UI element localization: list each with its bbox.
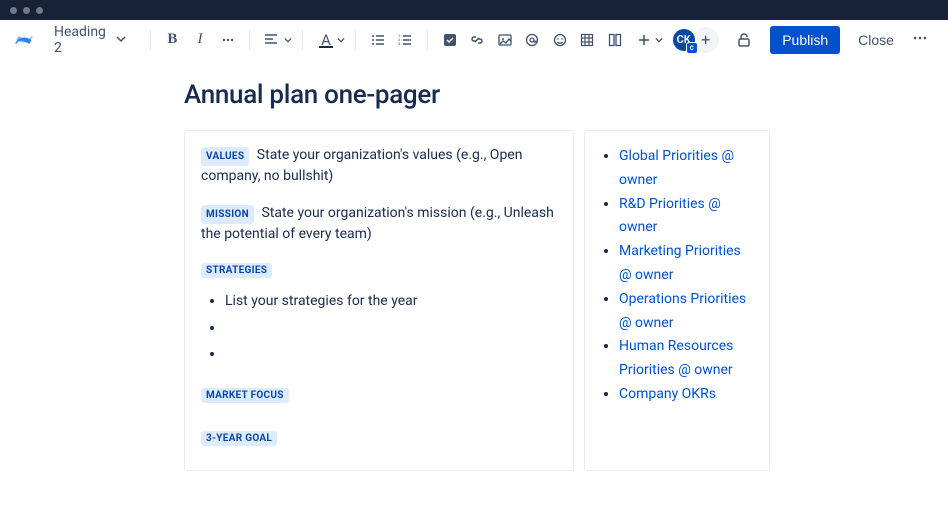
- status-lozenge-mission: MISSION: [201, 205, 254, 224]
- list-item[interactable]: Company OKRs: [619, 383, 753, 407]
- bullet-list-button[interactable]: [366, 27, 390, 53]
- list-item[interactable]: R&D Priorities @ owner: [619, 193, 753, 241]
- strategies-heading[interactable]: STRATEGIES: [201, 261, 557, 278]
- toolbar-separator: [427, 29, 428, 51]
- publish-button[interactable]: Publish: [770, 26, 840, 54]
- layouts-button[interactable]: [603, 27, 627, 53]
- window-titlebar: [0, 0, 948, 20]
- priority-link[interactable]: Company OKRs: [619, 386, 716, 402]
- strategies-list[interactable]: List your strategies for the year: [201, 288, 557, 368]
- values-text: State your organization's values (e.g., …: [201, 147, 522, 184]
- action-item-button[interactable]: [438, 27, 462, 53]
- status-lozenge-values: VALUES: [201, 147, 249, 166]
- priority-link[interactable]: Human Resources Priorities @ owner: [619, 338, 733, 378]
- list-item[interactable]: Human Resources Priorities @ owner: [619, 335, 753, 383]
- list-item[interactable]: [225, 315, 557, 342]
- emoji-button[interactable]: [548, 27, 572, 53]
- close-button[interactable]: Close: [850, 26, 902, 54]
- avatar-badge: c: [686, 42, 698, 54]
- window-dot-icon: [36, 7, 43, 14]
- chevron-down-icon: [655, 32, 663, 48]
- window-dot-icon: [23, 7, 30, 14]
- priority-link[interactable]: Marketing Priorities @ owner: [619, 243, 741, 283]
- avatar[interactable]: CK c: [671, 27, 697, 53]
- chevron-down-icon: [284, 32, 292, 48]
- three-year-heading[interactable]: 3-YEAR GOAL: [201, 429, 557, 446]
- layout-column-left[interactable]: VALUES State your organization's values …: [184, 130, 574, 471]
- heading-style-dropdown[interactable]: Heading 2: [48, 20, 132, 60]
- image-button[interactable]: [493, 27, 517, 53]
- window-dot-icon: [10, 7, 17, 14]
- status-lozenge-strategies: STRATEGIES: [201, 263, 272, 278]
- mission-paragraph[interactable]: MISSION State your organization's missio…: [201, 203, 557, 245]
- editor-toolbar: Heading 2 B I A 123: [0, 20, 948, 60]
- chevron-down-icon: [116, 32, 126, 48]
- collaborators: CK c +: [671, 27, 719, 53]
- priority-link[interactable]: Global Priorities @ owner: [619, 148, 734, 188]
- insert-button[interactable]: [631, 27, 657, 53]
- table-button[interactable]: [576, 27, 600, 53]
- mention-button[interactable]: [521, 27, 545, 53]
- priority-link[interactable]: Operations Priorities @ owner: [619, 291, 746, 331]
- list-item[interactable]: List your strategies for the year: [225, 288, 557, 315]
- layout-columns: VALUES State your organization's values …: [184, 130, 770, 471]
- bold-button[interactable]: B: [161, 27, 185, 53]
- color-swatch-icon: [319, 46, 333, 48]
- more-formatting-button[interactable]: [216, 27, 240, 53]
- status-lozenge-3-year-goal: 3-YEAR GOAL: [201, 431, 277, 446]
- more-actions-button[interactable]: [906, 30, 934, 50]
- alignment-dropdown[interactable]: [260, 27, 286, 53]
- confluence-logo-icon: [14, 30, 34, 50]
- status-lozenge-market-focus: MARKET FOCUS: [201, 388, 289, 403]
- toolbar-separator: [249, 29, 250, 51]
- page-title[interactable]: Annual plan one-pager: [184, 80, 770, 110]
- list-item[interactable]: Operations Priorities @ owner: [619, 288, 753, 336]
- numbered-list-button[interactable]: 123: [394, 27, 418, 53]
- values-paragraph[interactable]: VALUES State your organization's values …: [201, 145, 557, 187]
- priorities-link-list[interactable]: Global Priorities @ owner R&D Priorities …: [601, 145, 753, 407]
- editor-content[interactable]: Annual plan one-pager VALUES State your …: [0, 60, 948, 471]
- restrictions-button[interactable]: [733, 27, 757, 53]
- list-item[interactable]: Marketing Priorities @ owner: [619, 240, 753, 288]
- chevron-down-icon: [337, 32, 345, 48]
- svg-text:3: 3: [398, 41, 400, 46]
- toolbar-separator: [150, 29, 151, 51]
- toolbar-separator: [355, 29, 356, 51]
- toolbar-separator: [302, 29, 303, 51]
- priority-link[interactable]: R&D Priorities @ owner: [619, 196, 721, 236]
- list-item[interactable]: Global Priorities @ owner: [619, 145, 753, 193]
- text-color-button[interactable]: A: [313, 27, 339, 53]
- link-button[interactable]: [465, 27, 489, 53]
- italic-button[interactable]: I: [188, 27, 212, 53]
- list-item[interactable]: [225, 341, 557, 368]
- layout-column-right[interactable]: Global Priorities @ owner R&D Priorities …: [584, 130, 770, 471]
- heading-style-label: Heading 2: [54, 24, 110, 56]
- market-focus-heading[interactable]: MARKET FOCUS: [201, 386, 557, 403]
